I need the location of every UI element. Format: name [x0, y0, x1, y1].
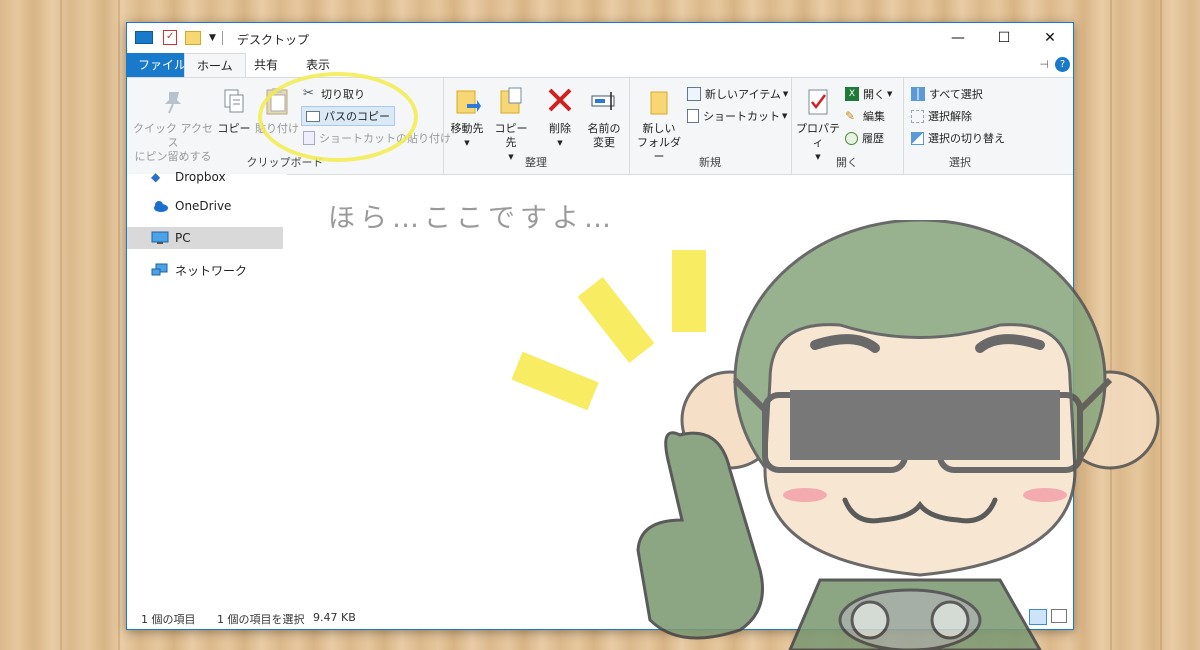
selection-count: 1 個の項目を選択	[217, 613, 305, 626]
history-clock-icon	[845, 131, 858, 145]
copy-to-label: コピー先	[494, 122, 528, 149]
properties-button[interactable]: プロパティ ▼	[793, 86, 843, 164]
open-group-label: 開く	[836, 156, 858, 169]
excel-icon: X	[845, 87, 859, 101]
delete-x-icon	[546, 86, 574, 118]
copy-to-icon	[497, 86, 525, 118]
select-none-button[interactable]: 選択解除	[911, 106, 972, 126]
help-icon[interactable]: ?	[1055, 57, 1070, 72]
rename-icon	[590, 86, 618, 118]
edit-pencil-icon: ✎	[845, 109, 856, 123]
select-none-icon	[911, 109, 924, 123]
organize-group: 移動先 ▼ コピー先 ▼ 削除 ▼ 名前の 変更 整理	[443, 78, 630, 174]
sidebar-item-network[interactable]: ネットワーク	[127, 259, 283, 281]
copy-to-button[interactable]: コピー先 ▼	[491, 86, 531, 164]
history-label: 履歴	[862, 132, 884, 145]
sidebar-item-dropbox[interactable]: ◆ Dropbox	[127, 166, 283, 188]
rename-label: 名前の 変更	[587, 122, 621, 149]
new-group-label: 新規	[699, 156, 721, 169]
new-item-icon	[687, 87, 701, 101]
overlay-caption: ほら…ここですよ…	[328, 203, 616, 234]
copy-icon	[220, 86, 248, 118]
pc-monitor-icon	[151, 231, 169, 245]
tab-home[interactable]: ホーム	[184, 53, 246, 78]
pin-ribbon-icon[interactable]: ⊣	[1039, 58, 1049, 71]
history-button[interactable]: 履歴	[845, 128, 884, 148]
onedrive-cloud-icon	[151, 199, 169, 213]
window-title: デスクトップ	[237, 33, 310, 47]
wood-plank	[118, 0, 120, 650]
rename-button[interactable]: 名前の 変更	[583, 86, 625, 150]
network-icon	[151, 263, 169, 277]
ribbon-tabs: ファイル ホーム 共有 表示 ⊣ ?	[127, 53, 1073, 78]
invert-selection-icon	[911, 131, 924, 145]
tab-share[interactable]: 共有	[242, 53, 290, 77]
selection-size: 9.47 KB	[313, 611, 356, 624]
minimize-button[interactable]: —	[935, 23, 981, 53]
properties-label: プロパティ	[796, 122, 840, 149]
quick-access-toolbar: ✓ ▼	[135, 30, 223, 45]
new-folder-icon	[645, 86, 673, 118]
copy-label: コピー	[217, 122, 251, 135]
properties-check-icon[interactable]: ✓	[163, 30, 177, 45]
new-item-button[interactable]: 新しいアイテム ▼	[687, 84, 788, 104]
pin-quick-access-button[interactable]: クイック アクセス にピン留めする	[133, 86, 213, 164]
shortcut-icon	[687, 109, 699, 123]
select-all-label: すべて選択	[929, 88, 983, 101]
dropbox-icon: ◆	[151, 170, 161, 184]
sidebar-item-label: Dropbox	[175, 170, 226, 184]
organize-group-label: 整理	[525, 156, 547, 169]
window-icon[interactable]	[135, 31, 153, 44]
edit-button[interactable]: ✎ 編集	[845, 106, 885, 126]
title-bar: ✓ ▼ デスクトップ — ☐ ✕	[127, 23, 1073, 53]
maximize-button[interactable]: ☐	[981, 23, 1027, 53]
select-all-icon	[911, 87, 925, 101]
open-button[interactable]: X 開く ▼	[845, 84, 892, 104]
properties-icon	[804, 86, 832, 118]
close-button[interactable]: ✕	[1027, 23, 1073, 53]
separator	[221, 30, 223, 45]
move-to-button[interactable]: 移動先 ▼	[447, 86, 487, 150]
customize-dropdown-icon[interactable]: ▼	[209, 33, 216, 43]
sidebar-item-label: PC	[175, 231, 191, 245]
new-group: 新しい フォルダー 新しいアイテム ▼ ショートカット ▼ 新規	[629, 78, 792, 174]
wood-plank	[60, 0, 62, 650]
new-folder-button[interactable]: 新しい フォルダー	[635, 86, 683, 164]
invert-selection-button[interactable]: 選択の切り替え	[911, 128, 1005, 148]
monkey-character-illustration	[636, 220, 1160, 650]
invert-selection-label: 選択の切り替え	[928, 132, 1005, 145]
sidebar-item-label: ネットワーク	[175, 263, 248, 278]
pin-icon	[159, 86, 187, 118]
easy-access-button[interactable]: ショートカット ▼	[687, 106, 787, 126]
new-item-label: 新しいアイテム	[705, 88, 781, 101]
open-group: プロパティ ▼ X 開く ▼ ✎ 編集 履歴 開く	[791, 78, 904, 174]
highlight-ring	[258, 72, 418, 162]
select-none-label: 選択解除	[928, 110, 972, 123]
select-group-label: 選択	[949, 156, 971, 169]
navigation-pane: ◆ Dropbox OneDrive PC ネットワーク	[127, 170, 287, 594]
shortcut-label: ショートカット	[703, 110, 780, 123]
delete-label: 削除	[549, 122, 571, 135]
edit-label: 編集	[863, 110, 885, 123]
sidebar-item-label: OneDrive	[175, 199, 232, 213]
sidebar-item-pc[interactable]: PC	[127, 227, 283, 249]
open-label: 開く	[863, 88, 885, 101]
delete-button[interactable]: 削除 ▼	[543, 86, 577, 150]
select-group: すべて選択 選択解除 選択の切り替え 選択	[903, 78, 1017, 174]
sidebar-item-onedrive[interactable]: OneDrive	[127, 195, 283, 217]
move-to-label: 移動先	[450, 122, 484, 135]
move-to-icon	[453, 86, 481, 118]
item-count: 1 個の項目	[141, 613, 196, 626]
new-folder-quick-icon[interactable]	[185, 30, 201, 45]
select-all-button[interactable]: すべて選択	[911, 84, 983, 104]
copy-button[interactable]: コピー	[217, 86, 251, 136]
